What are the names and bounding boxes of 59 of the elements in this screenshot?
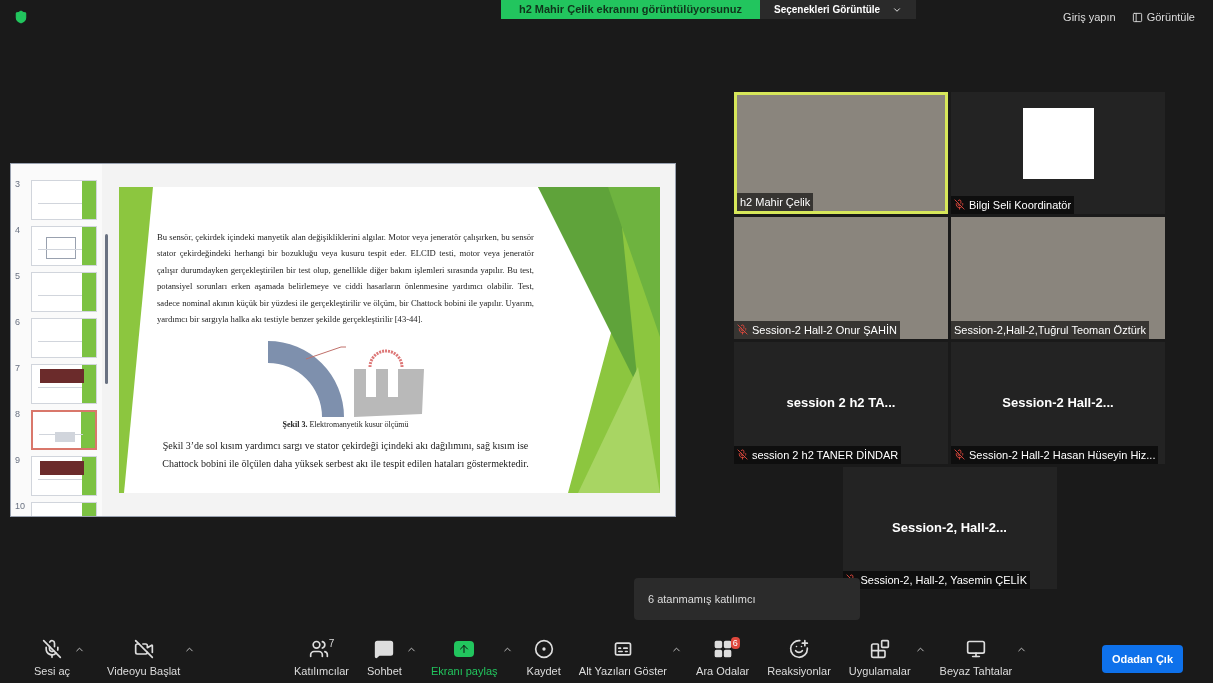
participant-count: 7 [328, 639, 335, 650]
toolbar-button[interactable]: 6 Ara Odalar [692, 638, 754, 680]
slide-number: 8 [15, 410, 21, 419]
slide-number: 10 [15, 502, 26, 511]
toolbar-button[interactable]: Beyaz Tahtalar [935, 638, 1017, 680]
participant-name: Session-2 Hall-2 Hasan Hüseyin Hiz... [969, 447, 1156, 463]
chat-bubble-icon [374, 639, 395, 660]
leave-room-button[interactable]: Odadan Çık [1101, 644, 1183, 674]
tooltip-text: 6 atanmamış katılımcı [648, 591, 756, 607]
toolbar-button[interactable]: Ekranı paylaş [426, 638, 502, 680]
slide-thumbnail[interactable] [31, 226, 97, 266]
figure-caption: Şekil 3. Elektromanyetik kusur ölçümü [282, 419, 409, 432]
slide-thumbnail[interactable] [31, 180, 97, 220]
toolbar-button[interactable]: Alt Yazıları Göster [574, 638, 672, 680]
slide-thumbnail[interactable] [31, 318, 97, 358]
scrollbar-thumb[interactable] [104, 234, 108, 384]
participants-icon [308, 639, 329, 660]
toolbar-button[interactable]: Videoyu Başlat [103, 638, 185, 680]
smiley-plus-icon [789, 639, 810, 660]
layout-icon [1131, 11, 1143, 23]
logo-placeholder [1022, 107, 1094, 179]
slide-number: 9 [15, 456, 21, 465]
slide-description: Şekil 3’de sol kısım yardımcı sargı ve stator çekirdeği içindeki akı dağılımını, sağ kısım ise Chattock bobini ile ölçülen daha yüksek serbest akı ile tespit edilen hataları göstermektedir. [161, 439, 530, 472]
participant-name: Session-2,Hall-2,Tuğrul Teoman Öztürk [954, 322, 1146, 338]
slide-number: 7 [15, 364, 21, 373]
slide-thumbnail[interactable] [31, 364, 97, 404]
slide-thumbnail[interactable] [31, 410, 97, 450]
share-screen-icon [454, 641, 475, 658]
view-options-button[interactable]: Seçenekleri Görüntüle [760, 0, 917, 19]
participant-display-name: Session-2 Hall-2... [1002, 394, 1114, 413]
participant-name: Session-2, Hall-2, Yasemin ÇELİK [860, 572, 1027, 588]
shield-icon [14, 10, 28, 24]
slide-thumbnail[interactable] [31, 272, 97, 312]
toolbar-button[interactable]: Sohbet [363, 638, 406, 680]
breakout-rooms-icon [712, 639, 733, 660]
sharing-notice: h2 Mahir Çelik ekranını görüntülüyorsunuz [500, 0, 760, 19]
record-icon [533, 639, 554, 660]
participant-name: Bilgi Seli Koordinatör [969, 197, 1072, 213]
slide-number: 5 [15, 272, 21, 281]
sign-in-button[interactable]: Giriş yapın [1059, 9, 1120, 26]
apps-icon [869, 639, 890, 660]
participant-name: session 2 h2 TANER DİNDAR [752, 447, 899, 463]
toolbar-button[interactable]: Sesi aç [30, 638, 75, 680]
toolbar-button[interactable]: 7 Katılımcılar [290, 638, 353, 680]
notification-badge: 6 [730, 637, 740, 650]
slide-thumbnail[interactable] [31, 456, 97, 496]
participant-name: h2 Mahir Çelik [740, 194, 811, 210]
slide-paragraph: Bu sensör, çekirdek içindeki manyetik alan değişikliklerini algılar. Motor veya jeneratör çalışırken, bu sensör stator çekirdeğindeki herhangi bir bozukluğu veya kusuru tespit eder. ELCID testi, motor veya jeneratör çalışır durumdayken gerçekleştirilen bir test olup, genellikle diğer bakım işlemleri sırasında yapılır. Bu test, potansiyel sorunları erken aşamada belirlemeye ve ciddi hasarların önlenmesine yardımcı olabilir. Test, sadece nominal akının küçük bir yüzdesi ile gerçekleştirilir ve ölçüm, bir Chattock bobini ile yapılır. Uyarım, yardımcı bir sargıyla halka akı testiyle benzer şekilde gerçekleştirilir [43-44]. [157, 231, 534, 327]
toolbar-button[interactable]: Uygulamalar [844, 638, 915, 680]
participant-display-name: session 2 h2 TA... [786, 394, 896, 413]
participant-display-name: Session-2, Hall-2... [892, 519, 1007, 538]
slide-number: 6 [15, 318, 21, 327]
slide-number: 3 [15, 180, 21, 189]
participant-name: Session-2 Hall-2 Onur ŞAHİN [752, 322, 897, 338]
toolbar-button[interactable]: Kaydet [522, 638, 565, 680]
slide-number: 4 [15, 226, 21, 235]
view-button[interactable]: Görüntüle [1127, 9, 1199, 26]
toolbar-button[interactable]: Reaksiyonlar [763, 638, 835, 680]
whiteboard-icon [965, 639, 986, 660]
